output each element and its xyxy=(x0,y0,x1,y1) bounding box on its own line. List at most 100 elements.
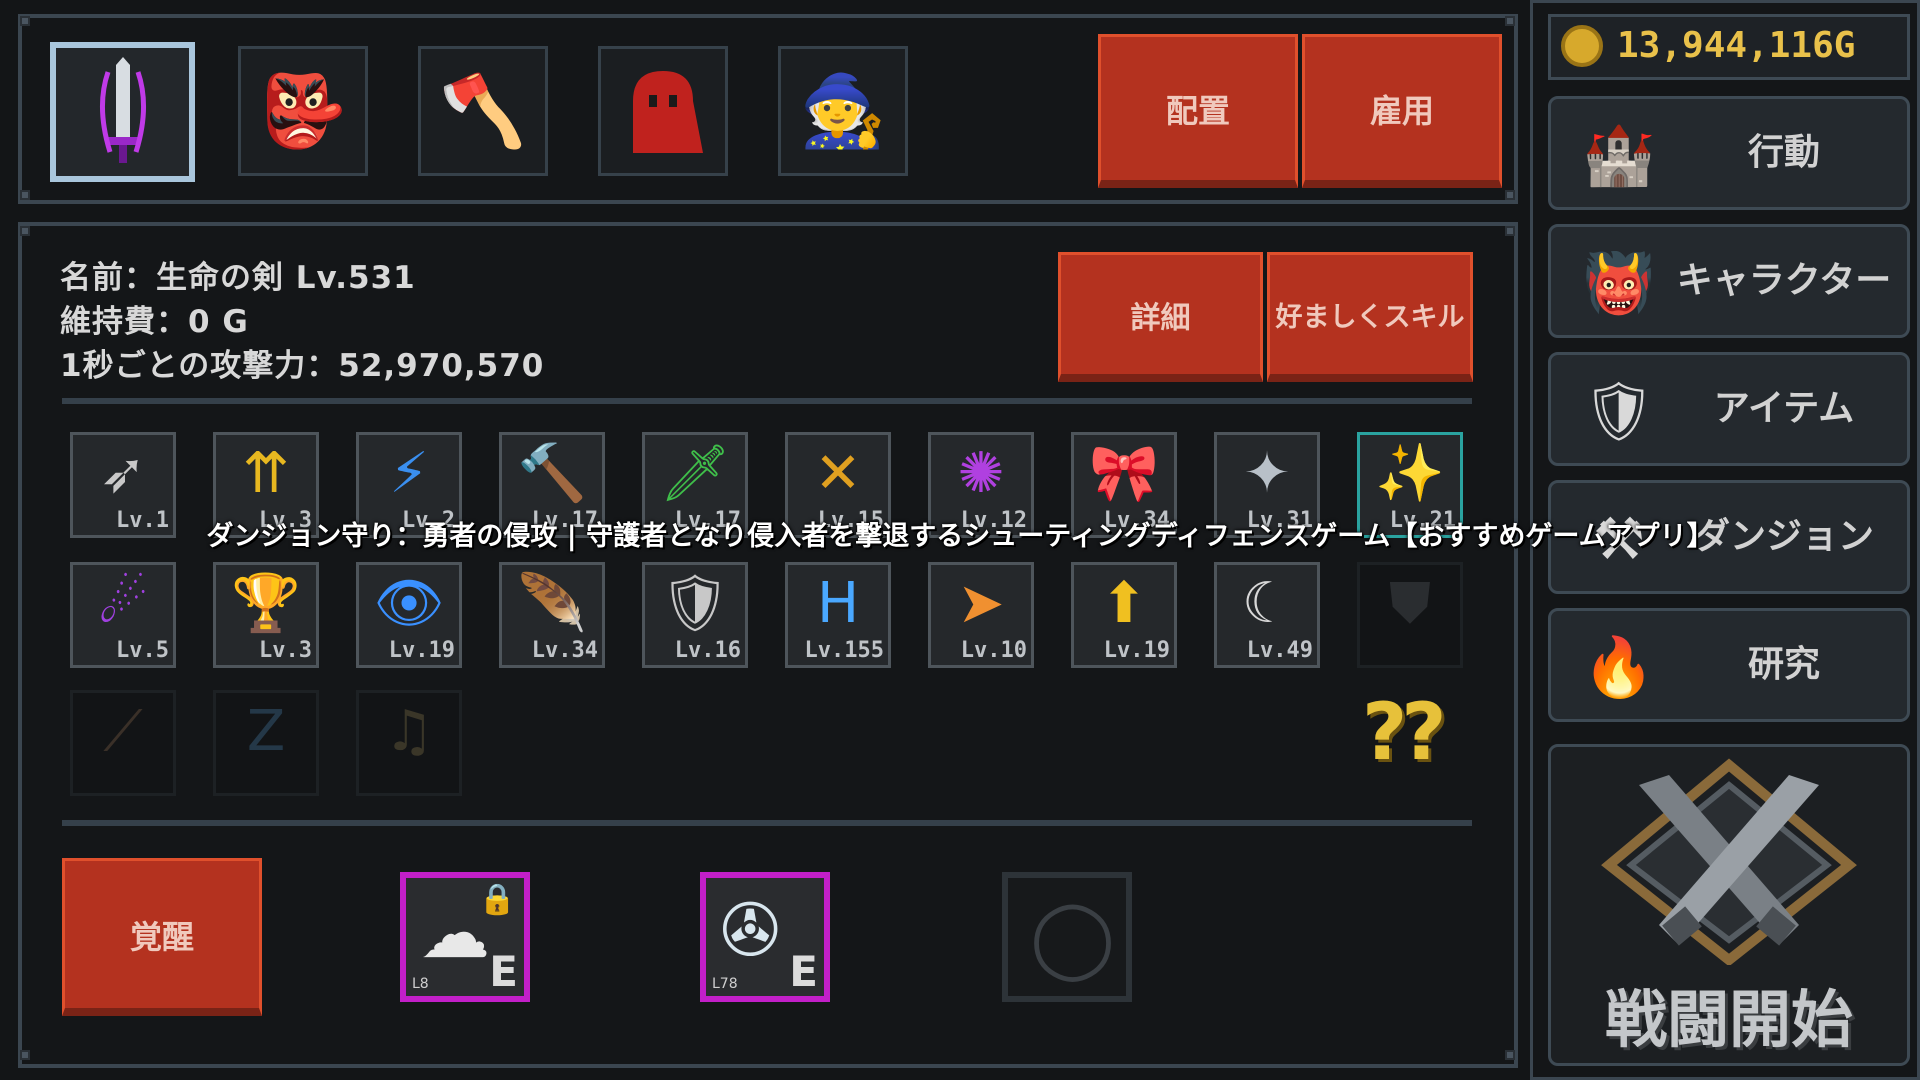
gold-amount: 13,944,116G xyxy=(1617,25,1856,66)
skill-level: Lv.19 xyxy=(1103,638,1170,663)
divider xyxy=(62,398,1472,404)
locked-shield-icon: ⛊ xyxy=(1389,571,1431,636)
skill-icon-slot[interactable]: ⟋ xyxy=(70,690,176,796)
awaken-button[interactable]: 覚醒 xyxy=(62,858,262,1016)
skill-level: Lv.10 xyxy=(960,638,1027,663)
skill-level: Lv.155 xyxy=(804,638,884,663)
battle-start-label: 戦闘開始 xyxy=(1604,983,1853,1056)
blue-slash-icon: ⚡ xyxy=(389,441,429,506)
crescent-icon: ☾ xyxy=(1241,571,1293,636)
hammer-icon: 🔨 xyxy=(517,441,587,506)
party-slot-purple-sword[interactable] xyxy=(50,42,195,182)
purple-sword-icon xyxy=(99,57,146,163)
side-label: アイテム xyxy=(1713,388,1855,429)
golden-feather-icon: 🪶 xyxy=(517,571,587,636)
blue-rune-icon: H xyxy=(816,571,860,636)
attack-per-second: 1秒ごとの攻撃力：52,970,570 xyxy=(60,348,545,384)
skill-icon-slot[interactable]: 👁 Lv.19 xyxy=(356,562,462,668)
skill-icon-slot[interactable]: 🛡 Lv.16 xyxy=(642,562,748,668)
chalice-icon: 🏆 xyxy=(231,571,301,636)
lock-icon: 🔒 xyxy=(478,882,516,917)
skill-icon-slot[interactable]: ⬆ Lv.19 xyxy=(1071,562,1177,668)
divider xyxy=(62,820,1472,826)
crossed-swords-icon xyxy=(1601,758,1857,965)
fire-arrow-icon: ➤ xyxy=(957,571,1005,636)
purple-streak-icon: ☄ xyxy=(97,571,149,636)
deploy-button[interactable]: 配置 xyxy=(1098,34,1298,188)
skill-level: L8 xyxy=(412,976,429,992)
skill-icon-slot[interactable]: ☄ Lv.5 xyxy=(70,562,176,668)
skill-level: Lv.19 xyxy=(388,638,455,663)
side-label: 研究 xyxy=(1747,644,1820,685)
detail-button[interactable]: 詳細 xyxy=(1058,252,1263,382)
red-slime-icon xyxy=(633,71,703,153)
unit-name: 名前：生命の剣 Lv.531 xyxy=(60,260,416,296)
green-blade-icon: 🗡 xyxy=(659,441,731,506)
side-label: キャラクター xyxy=(1676,260,1892,301)
skill-level: Lv.3 xyxy=(259,638,312,663)
side-label: 行動 xyxy=(1747,132,1820,173)
party-slot-axe-warrior[interactable]: 🪓 xyxy=(418,46,548,176)
wizard-icon: 🧙 xyxy=(799,69,887,152)
flask-icon: 🔥 xyxy=(1582,633,1656,701)
side-button-action[interactable]: 🏰 行動 xyxy=(1548,96,1910,210)
skill-icon-slot[interactable]: ➤ Lv.10 xyxy=(928,562,1034,668)
lightning-cross-icon: ✕ xyxy=(814,441,862,506)
axe-warrior-icon: 🪓 xyxy=(439,69,527,152)
party-slot-wizard[interactable]: 🧙 xyxy=(778,46,908,176)
party-slot-red-slime[interactable] xyxy=(598,46,728,176)
hire-button[interactable]: 雇用 xyxy=(1302,34,1502,188)
skill-icon-slot[interactable]: ♫ xyxy=(356,690,462,796)
fortress-icon: 🏰 xyxy=(1582,121,1656,189)
ring-icon: ◯ xyxy=(1030,892,1116,981)
rivet xyxy=(20,226,30,236)
ribbon-icon: 🎀 xyxy=(1089,441,1159,506)
side-button-item[interactable]: 🛡 アイテム xyxy=(1548,352,1910,466)
skill-icon-slot[interactable]: 🪶 Lv.34 xyxy=(499,562,605,668)
rivet xyxy=(1505,16,1515,26)
rivet xyxy=(20,16,30,26)
side-button-research[interactable]: 🔥 研究 xyxy=(1548,608,1910,722)
upkeep-cost: 維持費：0 G xyxy=(60,304,249,340)
party-slot-red-goblin[interactable]: 👺 xyxy=(238,46,368,176)
skill-icon-slot[interactable]: Z xyxy=(213,690,319,796)
double-up-arrow-icon: ⇈ xyxy=(242,441,290,506)
stars-icon: ✨ xyxy=(1375,441,1445,506)
red-goblin-icon: 👺 xyxy=(259,69,347,152)
rivet xyxy=(20,190,30,200)
empty-skill-slot[interactable]: ◯ xyxy=(1002,872,1132,1002)
rivet xyxy=(1505,190,1515,200)
skill-level: Lv.34 xyxy=(531,638,598,663)
blue-eye-icon: 👁 xyxy=(373,571,445,636)
shuriken-icon: ✦ xyxy=(1243,441,1291,506)
equip-skill-cloud[interactable]: ☁ 🔒 L8 E xyxy=(400,872,530,1002)
skill-icon-slot[interactable]: ⛊ xyxy=(1357,562,1463,668)
coin-icon xyxy=(1561,25,1603,67)
rivet xyxy=(1505,1050,1515,1060)
skill-icon-slot[interactable]: ☾ Lv.49 xyxy=(1214,562,1320,668)
side-button-character[interactable]: 👹 キャラクター xyxy=(1548,224,1910,338)
yellow-up-arrow-icon: ⬆ xyxy=(1100,571,1148,636)
skill-level: Lv.16 xyxy=(674,638,741,663)
broken-shield-icon: 🛡 xyxy=(659,571,731,636)
arrow-icon: ➶ xyxy=(99,441,147,506)
gold-counter: 13,944,116G xyxy=(1548,14,1910,80)
spin-blade-icon: ✇ xyxy=(720,888,781,972)
skill-letter: E xyxy=(789,947,818,996)
armor-icon: 🛡 xyxy=(1582,377,1656,445)
demon-icon: 👹 xyxy=(1582,249,1656,317)
skill-level: Lv.49 xyxy=(1246,638,1313,663)
equip-skill-spin[interactable]: ✇ L78 E xyxy=(700,872,830,1002)
skill-level: Lv.5 xyxy=(116,638,169,663)
skill-icon-slot[interactable]: 🏆 Lv.3 xyxy=(213,562,319,668)
skill-icon-slot[interactable]: H Lv.155 xyxy=(785,562,891,668)
battle-start-button[interactable]: 戦闘開始 xyxy=(1548,744,1910,1066)
preferred-skill-button[interactable]: 好ましくスキル xyxy=(1267,252,1473,382)
rivet xyxy=(20,1050,30,1060)
dim-z-icon: Z xyxy=(246,699,286,764)
skill-letter: E xyxy=(489,947,518,996)
skill-level: L78 xyxy=(712,976,738,992)
rivet xyxy=(1505,226,1515,236)
overlay-title: ダンジョン守り：勇者の侵攻 | 守護者となり侵入者を撃退するシューティングディフ… xyxy=(206,521,1714,552)
dim-claw-icon: ⟋ xyxy=(103,699,143,764)
